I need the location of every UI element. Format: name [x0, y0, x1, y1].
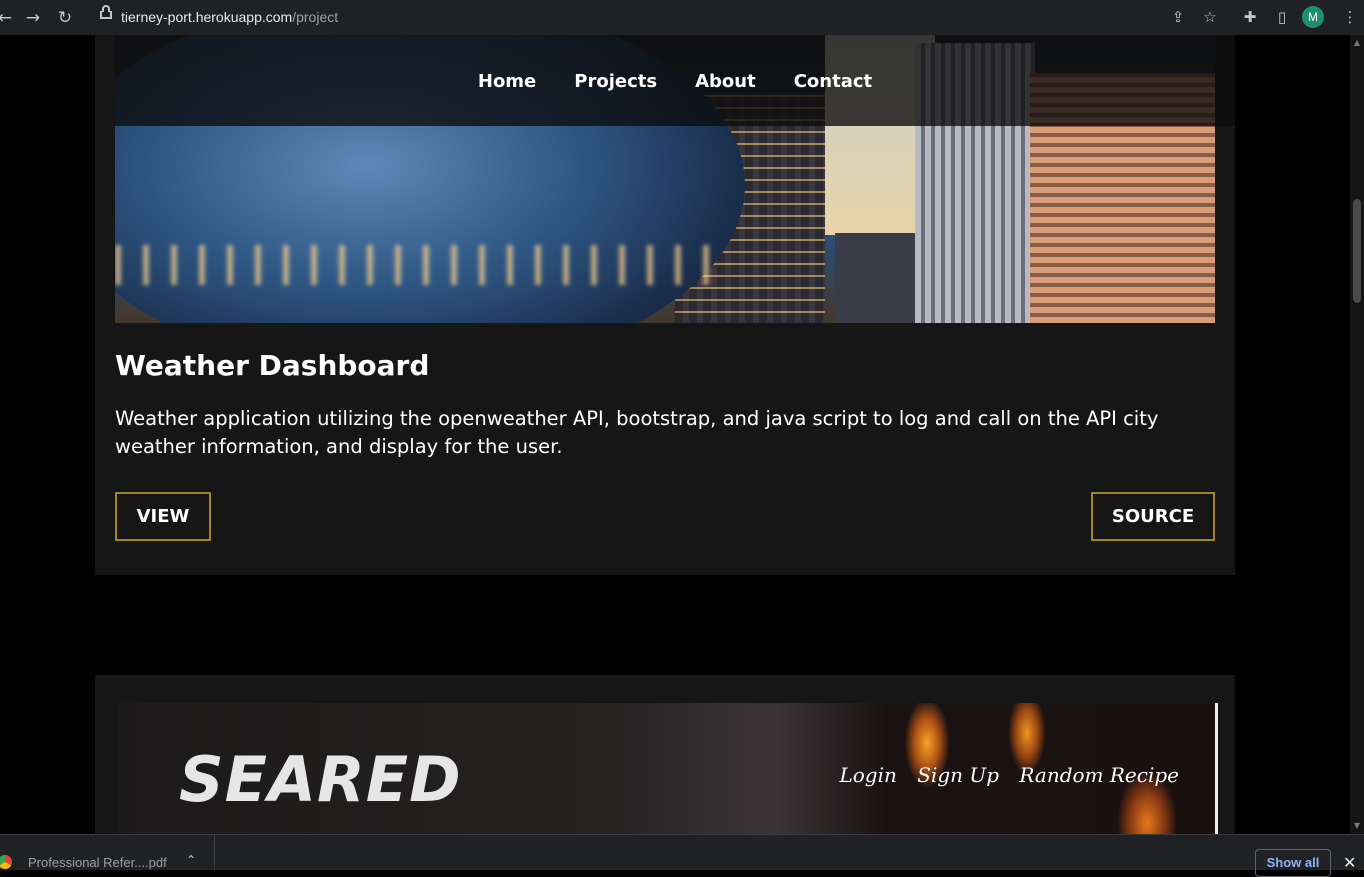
nav-link-contact[interactable]: Contact [794, 69, 872, 95]
seared-nav-login: Login [839, 763, 897, 787]
scroll-down-icon[interactable]: ▼ [1352, 821, 1362, 831]
project-description: Weather application utilizing the openwe… [115, 407, 1159, 458]
forward-icon[interactable]: → [22, 7, 44, 29]
nav-link-home[interactable]: Home [478, 69, 536, 95]
close-icon[interactable]: ✕ [1343, 853, 1356, 872]
url-host: tierney-port.herokuapp.com [121, 9, 293, 25]
nav-link-about[interactable]: About [695, 69, 756, 95]
seared-nav: Login Sign Up Random Recipe [825, 763, 1179, 787]
chevron-up-icon[interactable]: ⌃ [186, 853, 196, 867]
download-bar: Professional Refer....pdf ⌃ Show all ✕ [0, 834, 1364, 877]
seared-logo: SEARED [179, 743, 462, 816]
extensions-icon[interactable]: ✚ [1240, 7, 1260, 27]
scrollbar-thumb[interactable] [1353, 199, 1361, 303]
scroll-up-icon[interactable]: ▲ [1352, 38, 1362, 48]
url-path: /project [292, 9, 339, 25]
source-button[interactable]: SOURCE [1091, 492, 1215, 541]
browser-toolbar: ← → ↻ tierney-port.herokuapp.com/project… [0, 0, 1364, 35]
side-panel-icon[interactable]: ▯ [1272, 7, 1292, 27]
kebab-menu-icon[interactable]: ⋮ [1340, 7, 1360, 27]
seared-nav-signup: Sign Up [917, 763, 1000, 787]
page-viewport: Weather Dashboard Weather application ut… [0, 35, 1350, 834]
download-item[interactable]: Professional Refer....pdf ⌃ [0, 835, 215, 870]
download-file-name: Professional Refer....pdf [28, 855, 167, 870]
page-scrollbar[interactable]: ▲ ▼ [1350, 35, 1364, 834]
profile-avatar[interactable]: M [1302, 6, 1324, 28]
hero-reflection-lights [115, 245, 715, 285]
project-image-seared: SEARED Login Sign Up Random Recipe [117, 703, 1218, 834]
view-button[interactable]: VIEW [115, 492, 211, 541]
reload-icon[interactable]: ↻ [54, 7, 76, 29]
back-icon[interactable]: ← [0, 7, 16, 29]
chrome-download-icon [0, 855, 12, 869]
site-navbar: Home Projects About Contact [115, 35, 1235, 126]
lock-icon [100, 5, 112, 19]
project-title: Weather Dashboard [115, 349, 430, 382]
project-card-seared: SEARED Login Sign Up Random Recipe [95, 675, 1235, 834]
address-bar[interactable]: tierney-port.herokuapp.com/project [88, 4, 1192, 31]
nav-link-projects[interactable]: Projects [574, 69, 657, 95]
seared-nav-random-recipe: Random Recipe [1019, 763, 1179, 787]
url-text: tierney-port.herokuapp.com/project [121, 9, 338, 25]
share-icon[interactable]: ⇪ [1168, 7, 1188, 27]
bookmark-star-icon[interactable]: ☆ [1200, 7, 1220, 27]
show-all-button[interactable]: Show all [1255, 849, 1331, 877]
